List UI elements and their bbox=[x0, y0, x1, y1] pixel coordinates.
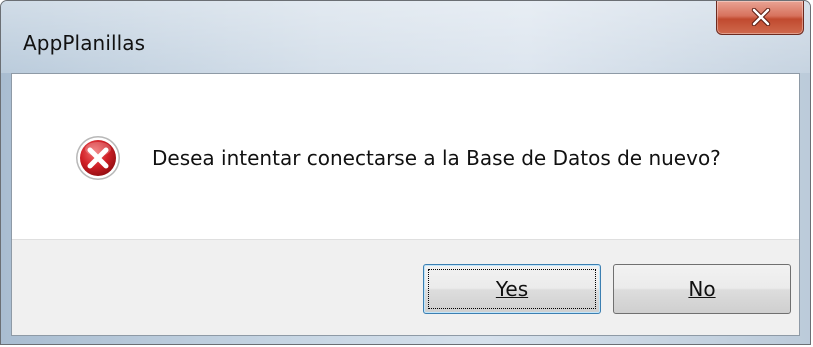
window-title: AppPlanillas bbox=[23, 31, 146, 55]
no-button-label: No bbox=[688, 277, 716, 301]
dialog-client-area: Desea intentar conectarse a la Base de D… bbox=[11, 73, 800, 336]
close-button[interactable] bbox=[716, 1, 804, 35]
dialog-window: AppPlanillas Desea intentar conectarse a… bbox=[0, 0, 811, 345]
message-area: Desea intentar conectarse a la Base de D… bbox=[12, 74, 799, 239]
dialog-message: Desea intentar conectarse a la Base de D… bbox=[152, 146, 721, 170]
button-bar: Yes No bbox=[12, 239, 799, 335]
title-bar[interactable]: AppPlanillas bbox=[1, 1, 810, 73]
no-button[interactable]: No bbox=[613, 264, 791, 314]
yes-button[interactable]: Yes bbox=[423, 264, 601, 314]
error-icon bbox=[76, 136, 120, 180]
yes-button-label: Yes bbox=[495, 277, 529, 301]
close-icon bbox=[751, 8, 771, 26]
